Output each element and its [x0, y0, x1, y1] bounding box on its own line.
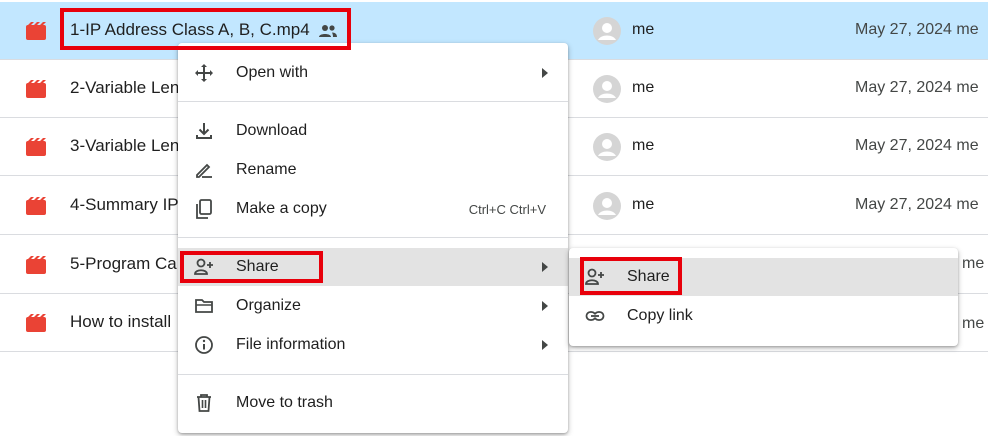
- submenu-arrow-icon: [542, 68, 548, 78]
- menu-divider: [178, 237, 568, 238]
- modified-date-text: May 27, 2024: [855, 196, 952, 213]
- info-icon: [195, 336, 213, 354]
- modified-by: me: [956, 196, 979, 213]
- modified-date: May 27, 2024 me: [855, 79, 979, 97]
- menu-item-rename[interactable]: Rename: [178, 151, 568, 189]
- link-icon: [585, 311, 605, 321]
- file-name[interactable]: How to install: [70, 312, 171, 332]
- file-name[interactable]: 4-Summary IP: [70, 195, 179, 215]
- modified-date-text: May 27, 2024: [855, 137, 952, 154]
- context-menu: Open with Download Rename Make a copy Ct…: [178, 43, 568, 433]
- submenu-item-share[interactable]: Share: [569, 258, 958, 296]
- menu-item-label: Download: [236, 122, 308, 139]
- menu-item-label: Rename: [236, 161, 297, 178]
- submenu-arrow-icon: [542, 262, 548, 272]
- menu-item-make-a-copy[interactable]: Make a copy Ctrl+C Ctrl+V: [178, 190, 568, 228]
- file-name-text: 1-IP Address Class A, B, C.mp4: [70, 20, 310, 39]
- modified-by: me: [962, 255, 985, 272]
- owner-name: me: [632, 79, 655, 96]
- modified-date: May 27, 2024 me: [855, 196, 979, 214]
- keyboard-shortcut: Ctrl+C Ctrl+V: [468, 202, 546, 217]
- menu-item-label: Move to trash: [236, 394, 333, 411]
- menu-item-download[interactable]: Download: [178, 112, 568, 150]
- modified-date-text: May 27, 2024: [855, 21, 952, 38]
- folder-icon: [195, 299, 213, 313]
- menu-item-organize[interactable]: Organize: [178, 287, 568, 325]
- submenu-item-label: Share: [627, 268, 670, 285]
- modified-by: me: [962, 315, 985, 332]
- submenu-arrow-icon: [542, 301, 548, 311]
- menu-item-label: Share: [236, 258, 279, 275]
- video-file-icon: [26, 256, 46, 274]
- owner-name: me: [632, 137, 655, 154]
- avatar-icon: [593, 192, 621, 220]
- file-name[interactable]: 2-Variable Len: [70, 78, 179, 98]
- file-name[interactable]: 1-IP Address Class A, B, C.mp4: [70, 20, 338, 40]
- copy-icon: [196, 199, 212, 219]
- menu-item-label: Organize: [236, 297, 301, 314]
- modified-by: me: [956, 21, 979, 38]
- menu-item-label: Make a copy: [236, 200, 327, 217]
- rename-icon: [196, 163, 212, 178]
- menu-divider: [178, 374, 568, 375]
- avatar-icon: [593, 75, 621, 103]
- shared-people-icon: [318, 24, 337, 37]
- modified-date-text: May 27, 2024: [855, 79, 952, 96]
- download-icon: [196, 123, 212, 139]
- menu-item-file-information[interactable]: File information: [178, 326, 568, 364]
- submenu-arrow-icon: [542, 340, 548, 350]
- modified-by: me: [956, 137, 979, 154]
- menu-item-open-with[interactable]: Open with: [178, 54, 568, 92]
- modified-by: me: [956, 79, 979, 96]
- menu-divider: [178, 101, 568, 102]
- modified-date: May 27, 2024 me: [855, 137, 979, 155]
- trash-icon: [197, 394, 211, 412]
- video-file-icon: [26, 80, 46, 98]
- submenu-item-label: Copy link: [627, 307, 693, 324]
- submenu-item-copy-link[interactable]: Copy link: [569, 297, 958, 335]
- modified-date: May 27, 2024 me: [855, 21, 979, 39]
- open-with-icon: [195, 64, 213, 82]
- owner-name: me: [632, 196, 655, 213]
- video-file-icon: [26, 138, 46, 156]
- menu-item-label: Open with: [236, 64, 309, 81]
- file-name[interactable]: 5-Program Ca: [70, 254, 177, 274]
- avatar-icon: [593, 17, 621, 45]
- share-submenu: Share Copy link: [569, 248, 958, 346]
- owner-name: me: [632, 21, 655, 38]
- video-file-icon: [26, 197, 46, 215]
- video-file-icon: [26, 22, 46, 40]
- menu-item-move-to-trash[interactable]: Move to trash: [178, 384, 568, 422]
- menu-item-label: File information: [236, 336, 346, 353]
- menu-item-share[interactable]: Share: [178, 248, 568, 286]
- avatar-icon: [593, 133, 621, 161]
- file-name[interactable]: 3-Variable Len: [70, 136, 179, 156]
- share-icon: [194, 258, 213, 275]
- video-file-icon: [26, 314, 46, 332]
- share-person-icon: [585, 268, 604, 285]
